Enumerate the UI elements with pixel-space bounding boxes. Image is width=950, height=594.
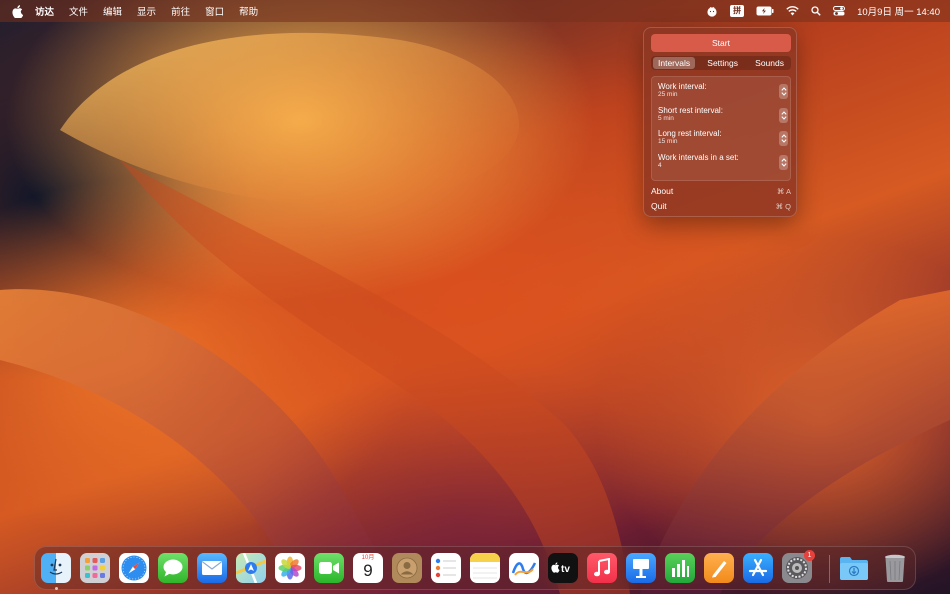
menu-view[interactable]: 显示 [137, 4, 156, 18]
menu-go[interactable]: 前往 [171, 4, 190, 18]
chevron-up-icon [780, 111, 787, 115]
menu-bar-clock[interactable]: 10月9日 周一 14:40 [857, 4, 940, 18]
desktop-wallpaper [0, 0, 950, 594]
setting-short-rest-interval: Short rest interval: 5 min [658, 106, 788, 126]
chevron-up-icon [780, 158, 787, 162]
tab-sounds[interactable]: Sounds [750, 57, 789, 69]
segmented-tabs: Intervals Settings Sounds [651, 56, 791, 70]
downloads-folder-icon[interactable] [839, 553, 869, 583]
finder-running-indicator [55, 587, 58, 590]
setting-value: 4 [658, 162, 662, 169]
quit-label: Quit [651, 201, 667, 211]
spotlight-search-icon[interactable] [811, 4, 821, 18]
chevron-down-icon [780, 163, 787, 167]
tab-intervals[interactable]: Intervals [653, 57, 696, 69]
control-center-icon[interactable] [833, 4, 846, 18]
setting-work-intervals-in-set: Work intervals in a set: 4 [658, 153, 788, 173]
calendar-icon[interactable]: 10月 9 [353, 553, 383, 583]
reminders-icon[interactable] [431, 553, 461, 583]
notes-icon[interactable] [470, 553, 500, 583]
system-settings-icon[interactable]: 1 [782, 550, 815, 583]
setting-label: Work intervals in a set: [658, 153, 739, 162]
finder-icon[interactable] [41, 553, 71, 583]
long-rest-interval-stepper[interactable] [779, 131, 788, 146]
start-button[interactable]: Start [651, 34, 791, 52]
setting-work-interval: Work interval: 25 min [658, 82, 788, 102]
freeform-icon[interactable] [509, 553, 539, 583]
numbers-icon[interactable] [665, 553, 695, 583]
input-method-label: 拼 [730, 5, 745, 17]
quit-menu-item[interactable]: Quit ⌘ Q [651, 199, 791, 213]
setting-label: Work interval: [658, 82, 707, 91]
menu-help[interactable]: 帮助 [239, 4, 258, 18]
menu-file[interactable]: 文件 [69, 4, 88, 18]
dock: 10月 9 tv 1 [34, 546, 916, 590]
menu-window[interactable]: 窗口 [205, 4, 224, 18]
mail-icon[interactable] [197, 553, 227, 583]
wifi-icon[interactable] [786, 4, 799, 18]
about-label: About [651, 186, 674, 196]
menu-bar: 访达 文件 编辑 显示 前往 窗口 帮助 拼 10月9日 周一 14:40 [0, 0, 950, 22]
tomato-timer-icon[interactable] [706, 4, 718, 18]
facetime-icon[interactable] [314, 553, 344, 583]
short-rest-interval-stepper[interactable] [779, 108, 788, 123]
contacts-icon[interactable] [392, 553, 422, 583]
launchpad-icon[interactable] [80, 553, 110, 583]
photos-icon[interactable] [275, 553, 305, 583]
svg-text:tv: tv [561, 564, 570, 575]
app-store-icon[interactable] [743, 553, 773, 583]
chevron-down-icon [780, 139, 787, 143]
setting-value: 5 min [658, 115, 674, 122]
safari-icon[interactable] [119, 553, 149, 583]
chevron-down-icon [780, 116, 787, 120]
setting-label: Short rest interval: [658, 106, 723, 115]
quit-shortcut: ⌘ Q [775, 201, 791, 211]
apple-tv-icon[interactable]: tv [548, 553, 578, 583]
setting-long-rest-interval: Long rest interval: 15 min [658, 129, 788, 149]
work-intervals-in-set-stepper[interactable] [779, 155, 788, 170]
setting-value: 25 min [658, 91, 678, 98]
notification-badge: 1 [804, 550, 815, 561]
keynote-icon[interactable] [626, 553, 656, 583]
chevron-down-icon [780, 92, 787, 96]
work-interval-stepper[interactable] [779, 84, 788, 99]
chevron-up-icon [780, 134, 787, 138]
menu-edit[interactable]: 编辑 [103, 4, 122, 18]
setting-label: Long rest interval: [658, 129, 722, 138]
input-method-icon[interactable]: 拼 [730, 4, 745, 18]
about-menu-item[interactable]: About ⌘ A [651, 184, 791, 198]
chevron-up-icon [780, 87, 787, 91]
messages-icon[interactable] [158, 553, 188, 583]
menu-app-name[interactable]: 访达 [35, 4, 54, 18]
setting-value: 15 min [658, 138, 678, 145]
dock-divider [829, 555, 830, 583]
maps-icon[interactable] [236, 553, 266, 583]
about-shortcut: ⌘ A [776, 186, 791, 196]
tab-settings[interactable]: Settings [702, 57, 743, 69]
music-icon[interactable] [587, 553, 617, 583]
trash-icon[interactable] [880, 553, 910, 583]
intervals-settings-panel: Work interval: 25 min Short rest interva… [651, 76, 791, 181]
calendar-day: 9 [363, 561, 373, 580]
pages-icon[interactable] [704, 553, 734, 583]
apple-menu-icon[interactable] [10, 4, 24, 18]
pomodoro-popover: Start Intervals Settings Sounds Work int… [643, 27, 797, 217]
battery-icon[interactable] [756, 4, 774, 18]
